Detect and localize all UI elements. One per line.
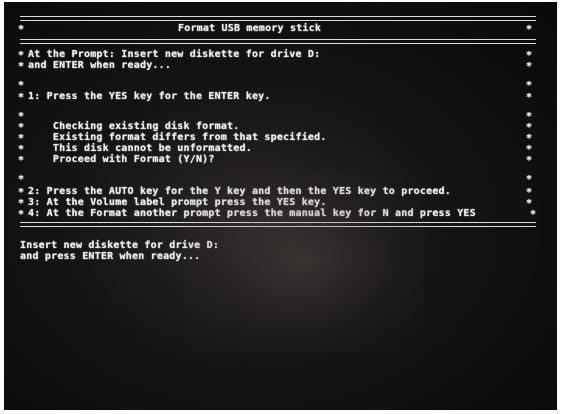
border-star: * — [526, 122, 533, 133]
border-star: * — [526, 174, 533, 185]
border-star: * — [526, 24, 533, 35]
border-star: * — [526, 111, 533, 122]
border-star: * — [526, 144, 533, 155]
border-star: * — [18, 50, 25, 61]
border-star: * — [526, 155, 533, 166]
instruction-line: 3: At the Volume label prompt press the … — [28, 197, 327, 208]
border-star: * — [18, 61, 25, 72]
border-star: * — [526, 50, 533, 61]
border-star: * — [526, 61, 533, 72]
instruction-line: This disk cannot be unformatted. — [28, 143, 252, 154]
border-star: * — [18, 80, 25, 91]
instruction-line: and ENTER when ready... — [28, 60, 172, 71]
instruction-line: Existing format differs from that specif… — [28, 132, 327, 143]
border-star: * — [18, 122, 25, 133]
border-star: * — [18, 174, 25, 185]
border-star: * — [18, 24, 25, 35]
prompt-line: and press ENTER when ready... — [20, 251, 201, 262]
prompt-line: Insert new diskette for drive D: — [20, 240, 220, 251]
border-star: * — [526, 92, 533, 103]
bottom-border — [20, 222, 536, 227]
title-separator — [20, 39, 536, 44]
border-star: * — [18, 187, 25, 198]
dos-console-screen: * Format USB memory stick * At the Promp… — [6, 8, 546, 338]
instruction-line: At the Prompt: Insert new diskette for d… — [28, 49, 321, 60]
instruction-line: Checking existing disk format. — [28, 121, 240, 132]
border-star: * — [530, 209, 537, 220]
border-star: * — [18, 144, 25, 155]
window-title: Format USB memory stick — [178, 23, 322, 34]
border-star: * — [526, 133, 533, 144]
border-star: * — [18, 111, 25, 122]
border-star: * — [18, 209, 25, 220]
instruction-line: 4: At the Format another prompt press th… — [28, 208, 476, 219]
instruction-line: 2: Press the AUTO key for the Y key and … — [28, 186, 451, 197]
instruction-line: 1: Press the YES key for the ENTER key. — [28, 91, 271, 102]
border-star: * — [18, 198, 25, 209]
instruction-line: Proceed with Format (Y/N)? — [28, 154, 215, 165]
monitor: * Format USB memory stick * At the Promp… — [4, 2, 557, 410]
border-star: * — [526, 80, 533, 91]
border-star: * — [526, 187, 533, 198]
border-star: * — [18, 133, 25, 144]
border-star: * — [18, 92, 25, 103]
border-star: * — [18, 155, 25, 166]
border-star: * — [526, 198, 533, 209]
top-border — [20, 16, 536, 21]
